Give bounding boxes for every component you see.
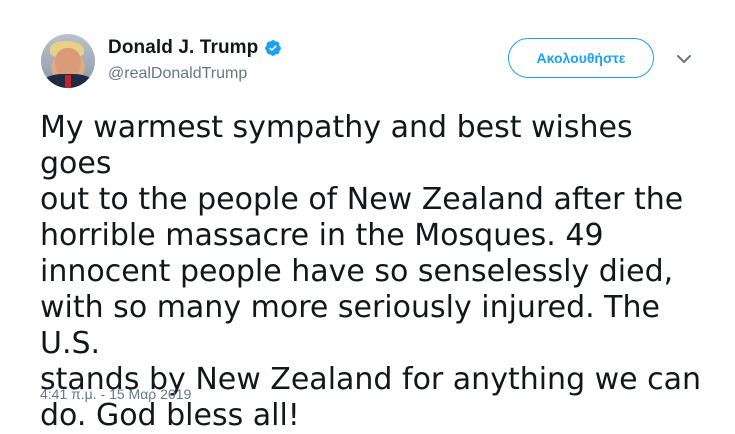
display-name[interactable]: Donald J. Trump [108,37,258,59]
tweet-timestamp[interactable]: 4:41 π.μ. - 15 Μαρ 2019 [40,386,191,402]
user-info: Donald J. Trump @realDonaldTrump [108,36,282,83]
tweet-card: Donald J. Trump @realDonaldTrump Ακολουθ… [0,0,735,433]
avatar-tie [65,75,71,88]
user-handle[interactable]: @realDonaldTrump [108,65,282,83]
verified-badge-icon [265,40,282,56]
follow-button[interactable]: Ακολουθήστε [508,38,654,78]
chevron-down-icon[interactable] [676,54,692,64]
avatar[interactable] [41,34,95,88]
name-row: Donald J. Trump [108,36,282,60]
